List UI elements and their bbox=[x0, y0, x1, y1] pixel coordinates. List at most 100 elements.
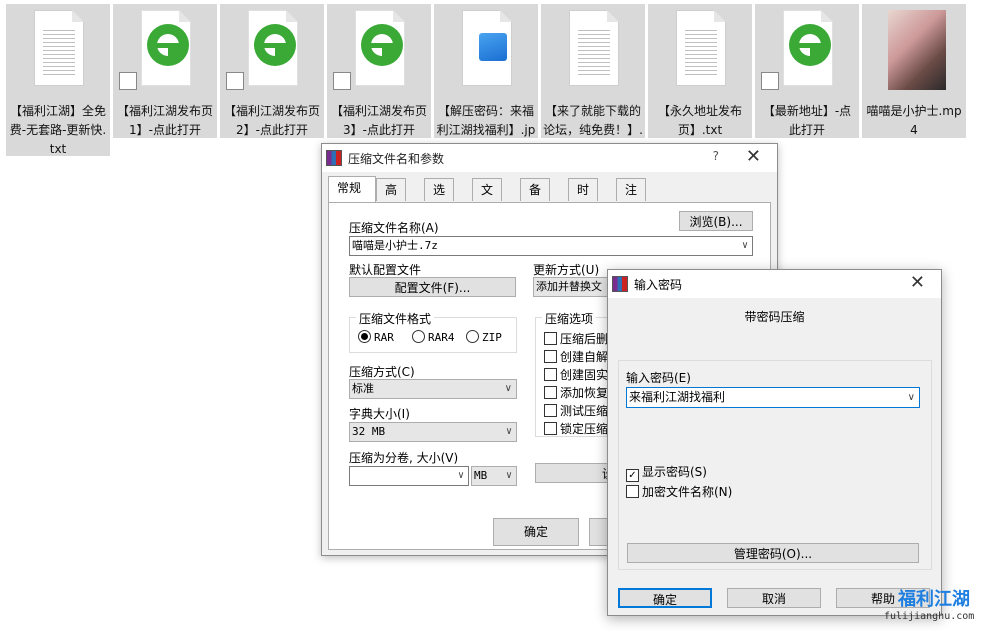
option-label: 创建固实 bbox=[560, 368, 609, 382]
checkbox-icon bbox=[544, 368, 557, 381]
ok-button[interactable]: 确定 bbox=[493, 518, 579, 546]
tab-general[interactable]: 常规 bbox=[328, 176, 376, 202]
checkbox-icon bbox=[544, 350, 557, 363]
profile-button[interactable]: 配置文件(F)... bbox=[349, 277, 516, 297]
checkbox-icon bbox=[544, 422, 557, 435]
file-label: 【福利江湖】全免费-无套路-更新快.txt bbox=[9, 104, 107, 156]
text-file-icon bbox=[28, 10, 88, 86]
update-mode-label: 更新方式(U) bbox=[533, 263, 600, 277]
file-label: 【最新地址】-点此打开 bbox=[762, 104, 852, 137]
chevron-down-icon: ∨ bbox=[741, 240, 748, 251]
password-input-label: 输入密码(E) bbox=[626, 371, 691, 385]
options-group-title: 压缩选项 bbox=[542, 310, 597, 327]
format-group-title: 压缩文件格式 bbox=[356, 310, 435, 327]
file-label: 【永久地址发布页】.txt bbox=[657, 104, 742, 137]
archive-name-value: 喵喵是小护士.7z bbox=[352, 239, 438, 252]
file-label: 【福利江湖发布页2】-点此打开 bbox=[223, 104, 320, 137]
tab-files[interactable]: 文件 bbox=[472, 178, 503, 219]
file-item-shortcut-4[interactable]: 【最新地址】-点此打开 bbox=[755, 4, 859, 138]
watermark-url: fulijianghu.com bbox=[884, 611, 975, 622]
format-zip-radio[interactable]: ZIP bbox=[466, 330, 502, 344]
option-checkbox-4[interactable]: 添加恢复 bbox=[544, 384, 608, 401]
password-dialog-titlebar: 输入密码 ✕ bbox=[608, 270, 941, 298]
encrypt-names-checkbox[interactable]: 加密文件名称(N) bbox=[626, 483, 732, 500]
option-checkbox-1[interactable]: 压缩后删 bbox=[544, 330, 608, 347]
encrypt-names-label: 加密文件名称(N) bbox=[642, 485, 733, 499]
option-label: 创建自解 bbox=[560, 350, 609, 364]
checkbox-icon bbox=[544, 404, 557, 417]
archive-dialog-title: 压缩文件名和参数 bbox=[348, 152, 445, 166]
ie-shortcut-icon bbox=[119, 10, 195, 90]
winrar-icon bbox=[612, 276, 628, 292]
format-rar-radio[interactable]: RAR bbox=[358, 330, 394, 344]
radio-icon bbox=[466, 330, 479, 343]
split-unit-select[interactable]: MB ∨ bbox=[471, 466, 517, 486]
video-thumbnail bbox=[888, 10, 948, 90]
file-label: 喵喵是小护士.mp4 bbox=[866, 104, 962, 137]
file-item-txt-2[interactable]: 【来了就能下载的论坛，纯免费！】.txt bbox=[541, 4, 645, 156]
password-dialog-title: 输入密码 bbox=[634, 278, 683, 292]
tab-options[interactable]: 选项 bbox=[424, 178, 455, 219]
split-size-input[interactable]: ∨ bbox=[349, 466, 469, 486]
option-checkbox-6[interactable]: 锁定压缩 bbox=[544, 420, 608, 437]
ok-button[interactable]: 确定 bbox=[618, 588, 712, 608]
update-mode-value: 添加并替换文 bbox=[536, 280, 602, 293]
file-label: 【福利江湖发布页3】-点此打开 bbox=[330, 104, 427, 137]
option-checkbox-3[interactable]: 创建固实 bbox=[544, 366, 608, 383]
chevron-down-icon: ∨ bbox=[505, 426, 512, 437]
update-mode-select[interactable]: 添加并替换文 bbox=[533, 277, 613, 297]
method-select[interactable]: 标准 ∨ bbox=[349, 379, 517, 399]
tab-time[interactable]: 时间 bbox=[568, 178, 599, 219]
default-profile-label: 默认配置文件 bbox=[349, 263, 422, 277]
file-item-shortcut-3[interactable]: 【福利江湖发布页3】-点此打开 bbox=[327, 4, 431, 138]
file-item-txt-3[interactable]: 【永久地址发布页】.txt bbox=[648, 4, 752, 138]
method-value: 标准 bbox=[352, 382, 374, 395]
close-button[interactable]: ✕ bbox=[910, 272, 925, 293]
dict-label: 字典大小(I) bbox=[349, 407, 410, 421]
format-group: 压缩文件格式 RAR RAR4 ZIP bbox=[349, 310, 517, 353]
text-file-icon bbox=[670, 10, 730, 86]
ie-shortcut-icon bbox=[761, 10, 837, 90]
close-button[interactable]: ✕ bbox=[746, 146, 761, 167]
file-item-shortcut-1[interactable]: 【福利江湖发布页1】-点此打开 bbox=[113, 4, 217, 138]
option-label: 压缩后删 bbox=[560, 332, 609, 346]
archive-name-input[interactable]: 喵喵是小护士.7z ∨ bbox=[349, 236, 753, 256]
cancel-button[interactable]: 取消 bbox=[727, 588, 821, 608]
ie-shortcut-icon bbox=[226, 10, 302, 90]
archive-dialog-titlebar: 压缩文件名和参数 ? ✕ bbox=[322, 144, 777, 172]
file-item-shortcut-2[interactable]: 【福利江湖发布页2】-点此打开 bbox=[220, 4, 324, 138]
text-file-icon bbox=[563, 10, 623, 86]
password-input[interactable]: 来福利江湖找福利 ∨ bbox=[626, 387, 920, 408]
radio-selected-icon bbox=[358, 330, 371, 343]
option-label: 锁定压缩 bbox=[560, 422, 609, 436]
show-password-checkbox[interactable]: ✓ 显示密码(S) bbox=[626, 463, 707, 482]
format-rar-label: RAR bbox=[374, 331, 394, 344]
set-password-button[interactable]: 设 bbox=[535, 463, 615, 483]
option-checkbox-2[interactable]: 创建自解 bbox=[544, 348, 608, 365]
password-dialog: 输入密码 ✕ 带密码压缩 输入密码(E) 来福利江湖找福利 ∨ ✓ 显示密码(S)… bbox=[607, 269, 942, 616]
option-checkbox-5[interactable]: 测试压缩 bbox=[544, 402, 608, 419]
file-item-image[interactable]: 【解压密码：来福利江湖找福利】.jpg bbox=[434, 4, 538, 156]
format-rar4-radio[interactable]: RAR4 bbox=[412, 330, 455, 344]
tab-backup[interactable]: 备份 bbox=[520, 178, 551, 219]
split-unit-value: MB bbox=[474, 469, 488, 482]
winrar-icon bbox=[326, 150, 342, 166]
shortcut-arrow-icon bbox=[761, 72, 779, 90]
chevron-down-icon: ∨ bbox=[457, 470, 464, 481]
shortcut-arrow-icon bbox=[119, 72, 137, 90]
dict-select[interactable]: 32 MB ∨ bbox=[349, 422, 517, 442]
image-file-icon bbox=[456, 10, 516, 86]
manage-passwords-button[interactable]: 管理密码(O)... bbox=[627, 543, 919, 563]
option-label: 添加恢复 bbox=[560, 386, 609, 400]
watermark-title: 福利江湖 bbox=[898, 589, 970, 610]
split-label: 压缩为分卷, 大小(V) bbox=[349, 451, 459, 465]
file-item-txt-1[interactable]: 【福利江湖】全免费-无套路-更新快.txt bbox=[6, 4, 110, 156]
tab-advanced[interactable]: 高级 bbox=[376, 178, 407, 219]
browse-button[interactable]: 浏览(B)... bbox=[679, 211, 753, 231]
file-item-video[interactable]: 喵喵是小护士.mp4 bbox=[862, 4, 966, 138]
password-group: 输入密码(E) 来福利江湖找福利 ∨ ✓ 显示密码(S) 加密文件名称(N) 管理… bbox=[618, 360, 932, 570]
password-heading: 带密码压缩 bbox=[744, 310, 805, 324]
checkmark-icon: ✓ bbox=[626, 469, 639, 482]
help-button[interactable]: ? bbox=[713, 149, 719, 163]
tab-comment[interactable]: 注释 bbox=[616, 178, 647, 219]
